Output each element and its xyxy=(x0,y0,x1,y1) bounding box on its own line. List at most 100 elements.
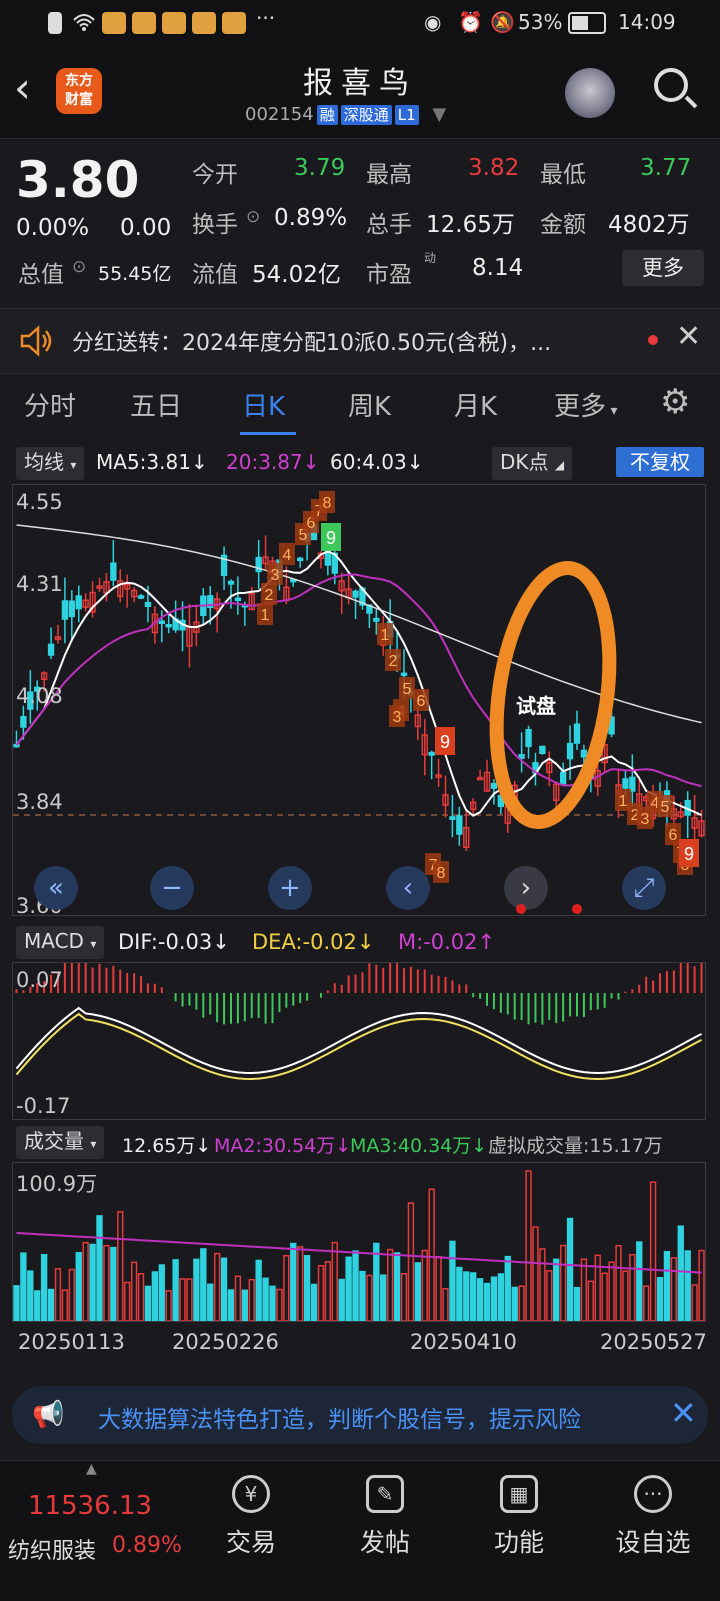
volume-bar xyxy=(663,1250,671,1321)
nav-post[interactable]: ✎ 发帖 xyxy=(340,1475,430,1559)
info-icon[interactable]: ⊙ xyxy=(246,207,260,227)
volume-value: 12.65万↓ xyxy=(122,1135,212,1157)
app-notification-icon xyxy=(222,12,246,34)
candle-body xyxy=(400,672,408,677)
volume-bar xyxy=(262,1277,269,1321)
volume-bar xyxy=(366,1274,373,1321)
low-label: 最低 xyxy=(540,162,586,188)
volume-value: 12.65万 xyxy=(426,212,515,238)
bottom-bar: ▲ 11536.13 纺织服装 0.89% ¥ 交易 ✎ 发帖 ▦ 功能 ··· 设自选 xyxy=(0,1460,720,1601)
tab-daily-k[interactable]: 日K xyxy=(242,386,285,423)
macd-selector[interactable]: MACD ▾ xyxy=(16,926,105,959)
vol-ma-line xyxy=(16,1232,702,1274)
gear-icon[interactable]: ⚙ xyxy=(660,382,690,422)
volume-bar xyxy=(359,1270,366,1321)
volume-bar xyxy=(684,1250,691,1321)
dea-line xyxy=(15,1012,703,1081)
td-nine-label: 9 xyxy=(684,844,694,864)
volume-bar xyxy=(636,1241,643,1321)
td-marker: 2 xyxy=(389,653,398,670)
volume-bar xyxy=(303,1255,311,1321)
connect-tag: 深股通 xyxy=(340,105,392,125)
volume-bar xyxy=(130,1261,138,1321)
scroll-left-button[interactable]: ‹ xyxy=(386,866,430,910)
candle-body xyxy=(539,745,546,755)
candle-body xyxy=(428,751,435,756)
stock-code: 002154 xyxy=(245,104,314,125)
index-value[interactable]: 11536.13 xyxy=(28,1491,152,1521)
tab-weekly-k[interactable]: 周K xyxy=(348,386,391,423)
ma60-value: 60:4.03↓ xyxy=(330,450,424,474)
notice-bar[interactable]: 分红送转：2024年度分配10派0.50元(含税)，... ✕ xyxy=(0,308,720,374)
volume-bar xyxy=(393,1252,401,1321)
candle-body xyxy=(110,562,117,581)
tab-intraday[interactable]: 分时 xyxy=(24,386,76,423)
td-marker: 3 xyxy=(271,567,280,584)
battery-percent: 53% xyxy=(518,10,563,34)
candle-body xyxy=(75,595,82,610)
date-label: 20250527 xyxy=(600,1330,707,1354)
nav-trade[interactable]: ¥ 交易 xyxy=(206,1475,296,1559)
volume-bar xyxy=(442,1288,449,1321)
volume-chart[interactable] xyxy=(12,1162,706,1322)
volume-bar xyxy=(193,1258,200,1321)
edit-icon: ✎ xyxy=(366,1475,404,1513)
scroll-right-button[interactable]: › xyxy=(504,866,548,910)
search-icon[interactable] xyxy=(654,68,688,102)
volume-bar xyxy=(96,1215,103,1321)
info-icon[interactable]: ⊙ xyxy=(72,257,86,277)
volume-bar xyxy=(110,1246,117,1321)
indicator-selector[interactable]: 均线 ▾ xyxy=(16,447,85,480)
dropdown-icon[interactable]: ▼ xyxy=(432,104,446,125)
candle-body xyxy=(622,778,629,789)
adjust-toggle-button[interactable]: 不复权 xyxy=(616,447,704,477)
close-icon[interactable]: ✕ xyxy=(670,1394,697,1432)
volume-svg xyxy=(13,1170,705,1321)
alarm-icon: ⏰ xyxy=(458,10,483,34)
kline-chart[interactable]: 567834211254361234567878999 xyxy=(12,484,706,916)
volume-bar xyxy=(310,1283,318,1321)
macd-top-label: 0.07 xyxy=(16,968,63,992)
candle-body xyxy=(456,815,463,835)
wifi-icon xyxy=(72,12,96,34)
volume-bar xyxy=(290,1242,297,1321)
volume-bar xyxy=(276,1288,283,1321)
sector-name[interactable]: 纺织服装 xyxy=(8,1533,96,1565)
volume-bar xyxy=(269,1285,276,1321)
app-notification-icon xyxy=(162,12,186,34)
fullscreen-icon[interactable]: ⤢ xyxy=(622,866,666,910)
close-icon[interactable]: ✕ xyxy=(676,319,701,354)
nav-add-watchlist[interactable]: ··· 设自选 xyxy=(608,1475,698,1559)
volume-bar xyxy=(580,1258,588,1321)
volume-bar xyxy=(587,1280,594,1321)
open-label: 今开 xyxy=(192,162,238,188)
banner-text: 大数据算法特色打造，判断个股信号，提示风险 xyxy=(98,1407,581,1433)
volume-bar xyxy=(670,1257,678,1321)
volume-bar xyxy=(144,1285,152,1321)
volume-bar xyxy=(75,1251,82,1321)
volume-bar xyxy=(400,1272,408,1321)
dk-point-selector[interactable]: DK点 ◢ xyxy=(492,447,573,480)
signal-banner[interactable]: 📢 大数据算法特色打造，判断个股信号，提示风险 ✕ xyxy=(12,1386,708,1444)
volume-selector[interactable]: 成交量 ▾ xyxy=(16,1126,105,1159)
assistant-robot-icon[interactable] xyxy=(565,68,615,118)
candle-body xyxy=(68,600,75,618)
volume-bar xyxy=(13,1285,20,1321)
candle-body xyxy=(518,754,525,759)
volume-bar xyxy=(117,1211,124,1321)
tab-monthly-k[interactable]: 月K xyxy=(454,386,497,423)
scroll-far-left-button[interactable]: « xyxy=(34,866,78,910)
tab-five-day[interactable]: 五日 xyxy=(130,386,182,423)
vol-ma3-value: MA3:40.34万↓ xyxy=(350,1135,488,1157)
volume-bar xyxy=(677,1225,684,1321)
tab-more[interactable]: 更多 ▾ xyxy=(554,386,618,423)
macd-chart[interactable] xyxy=(12,962,706,1120)
more-button[interactable]: 更多 xyxy=(622,250,704,286)
nav-functions[interactable]: ▦ 功能 xyxy=(474,1475,564,1559)
zoom-in-button[interactable]: + xyxy=(268,866,312,910)
td-marker: 3 xyxy=(393,709,402,726)
zoom-out-button[interactable]: − xyxy=(150,866,194,910)
volume-bar xyxy=(414,1262,421,1321)
candle-body xyxy=(144,601,152,608)
kline-svg: 567834211254361234567878999 xyxy=(13,491,705,883)
